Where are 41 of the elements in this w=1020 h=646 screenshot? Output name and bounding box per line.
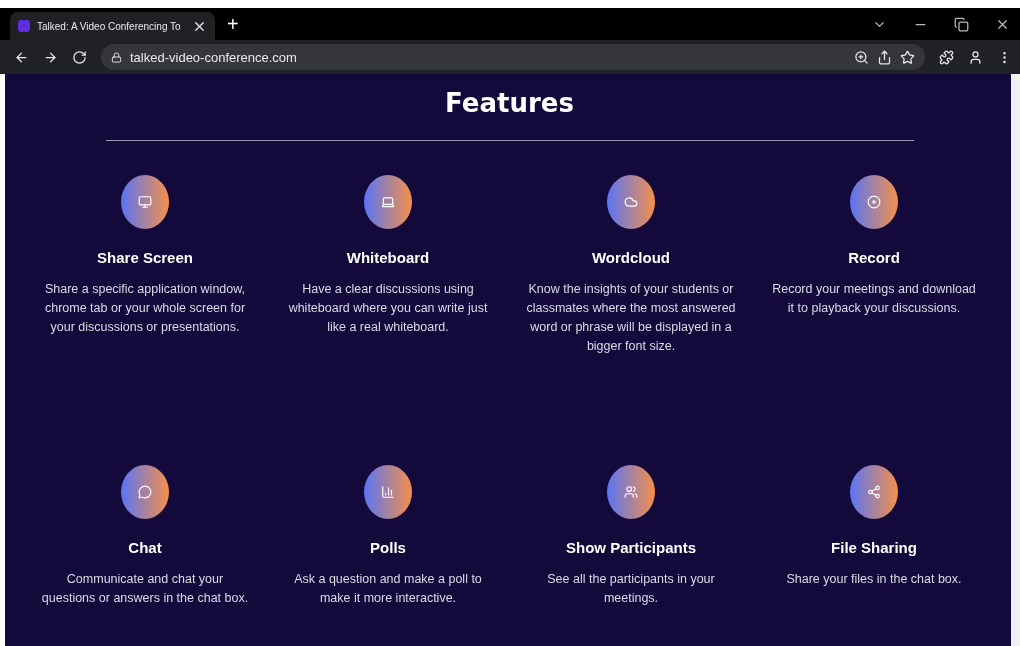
restore-icon[interactable] bbox=[954, 17, 969, 32]
feature-title: Chat bbox=[128, 539, 162, 556]
disc-icon bbox=[867, 195, 881, 209]
bar-chart-icon bbox=[381, 485, 395, 499]
site-favicon-icon bbox=[18, 20, 30, 32]
back-icon[interactable] bbox=[14, 49, 29, 65]
laptop-icon bbox=[381, 195, 395, 209]
profile-icon[interactable] bbox=[968, 49, 983, 65]
share-icon bbox=[867, 485, 881, 499]
reload-icon[interactable] bbox=[72, 49, 87, 65]
feature-description: See all the participants in your meetings. bbox=[546, 571, 716, 607]
feature-title: Show Participants bbox=[566, 539, 696, 556]
close-icon[interactable] bbox=[995, 17, 1010, 32]
puzzle-icon[interactable] bbox=[939, 49, 954, 65]
forward-icon[interactable] bbox=[43, 49, 58, 65]
feature-title: Record bbox=[848, 249, 900, 266]
feature-title: Share Screen bbox=[97, 249, 193, 266]
feature-description: Share a specific application window, chrome tab or your whole screen for your discussions or presentations. bbox=[43, 281, 247, 336]
address-bar[interactable]: talked-video-conference.com bbox=[101, 44, 925, 70]
scrollbar[interactable] bbox=[1011, 74, 1020, 646]
users-icon bbox=[624, 485, 638, 499]
feature-description: Communicate and chat your questions or answers in the chat box. bbox=[40, 571, 250, 607]
feature-title: Whiteboard bbox=[346, 249, 430, 266]
share-icon[interactable] bbox=[877, 49, 892, 65]
feature-description: Have a clear discussions using whiteboard where you can write just like a real whiteboard. bbox=[287, 281, 489, 336]
feature-title: File Sharing bbox=[831, 539, 917, 556]
chat-bubble-icon bbox=[138, 485, 152, 499]
feature-description: Record your meetings and download it to playback your discussions. bbox=[771, 281, 977, 317]
zoom-icon[interactable] bbox=[854, 49, 869, 65]
new-tab-button[interactable]: + bbox=[227, 13, 239, 36]
section-title: Features bbox=[445, 88, 574, 118]
star-icon[interactable] bbox=[900, 49, 915, 65]
lock-icon bbox=[111, 51, 122, 63]
feature-description: Ask a question and make a poll to make it more interactive. bbox=[293, 571, 483, 607]
feature-title: Wordcloud bbox=[591, 249, 670, 266]
feature-description: Share your files in the chat box. bbox=[785, 571, 963, 588]
feature-description: Know the insights of your students or classmates where the most answered word or phrase will be displayed in a bigger font size. bbox=[526, 281, 736, 355]
browser-tab[interactable]: Talked: A Video Conferencing To bbox=[10, 12, 215, 40]
feature-title: Polls bbox=[370, 539, 406, 556]
cloud-icon bbox=[624, 195, 638, 209]
monitor-icon bbox=[138, 195, 152, 209]
